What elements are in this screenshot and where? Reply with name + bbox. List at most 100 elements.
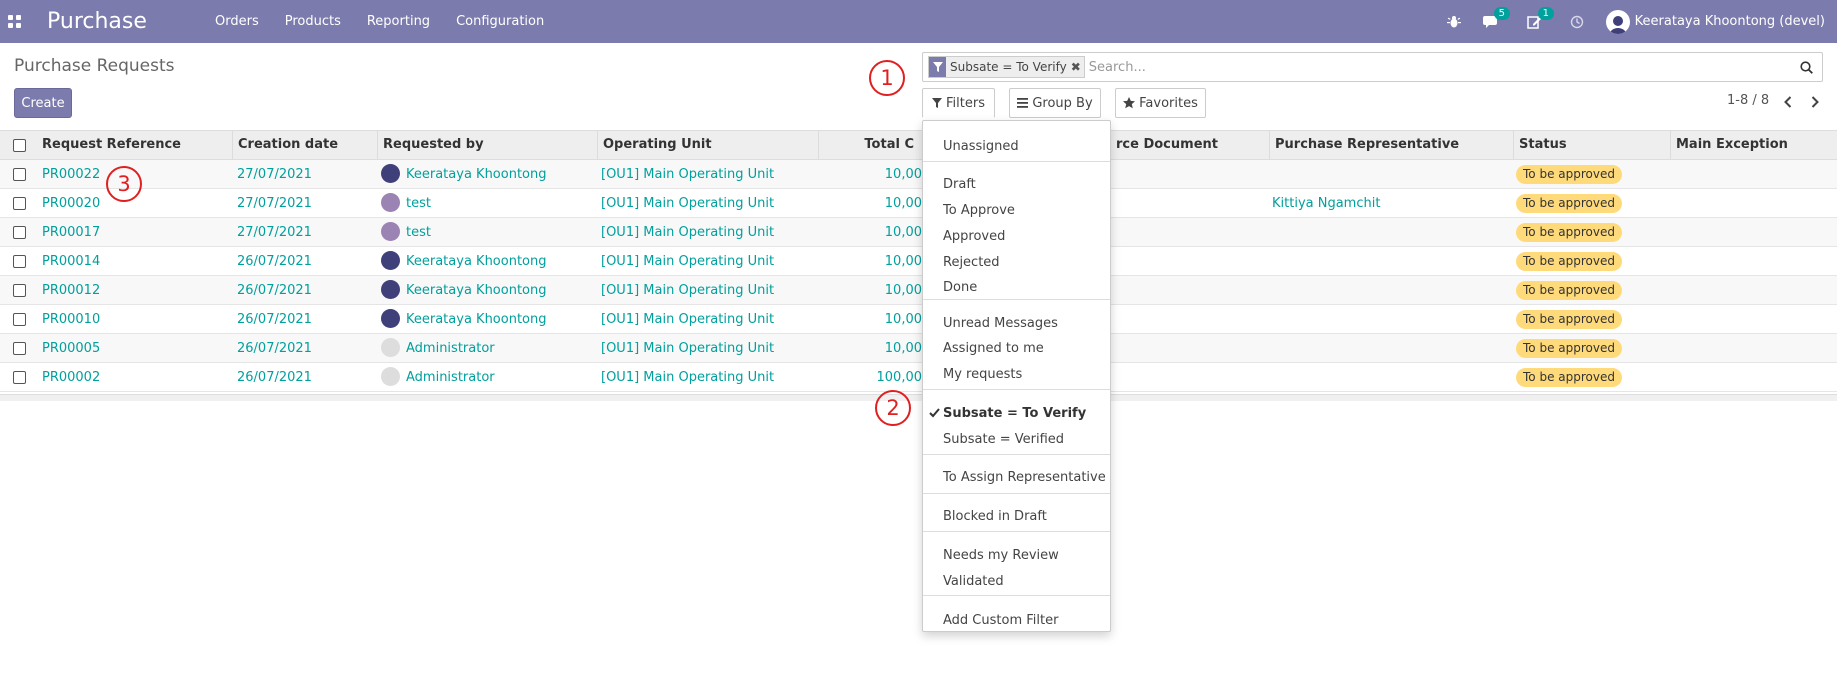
cell-purchase-representative[interactable]: Kittiya Ngamchit xyxy=(1272,189,1380,218)
pager-previous-icon[interactable] xyxy=(1782,95,1794,109)
menu-configuration[interactable]: Configuration xyxy=(443,14,557,29)
menu-orders[interactable]: Orders xyxy=(202,14,272,29)
cell-creation-date[interactable]: 26/07/2021 xyxy=(237,247,312,276)
cell-request-reference[interactable]: PR00005 xyxy=(42,334,100,363)
cell-request-reference[interactable]: PR00012 xyxy=(42,276,100,305)
apps-menu-icon[interactable] xyxy=(0,0,28,43)
filter-item-done[interactable]: Done xyxy=(943,280,977,295)
cell-creation-date[interactable]: 27/07/2021 xyxy=(237,160,312,189)
filter-item-validated[interactable]: Validated xyxy=(943,574,1004,589)
cell-creation-date[interactable]: 26/07/2021 xyxy=(237,276,312,305)
filter-item-unread-messages[interactable]: Unread Messages xyxy=(943,316,1058,331)
cell-requested-by[interactable]: Keerataya Khoontong xyxy=(381,305,547,334)
table-row[interactable]: PR00022 27/07/2021 Keerataya Khoontong [OU1… xyxy=(0,160,1837,189)
cell-creation-date[interactable]: 27/07/2021 xyxy=(237,218,312,247)
table-row[interactable]: PR00005 26/07/2021 Administrator [OU1] Main… xyxy=(0,334,1837,363)
table-row[interactable]: PR00010 26/07/2021 Keerataya Khoontong [OU1… xyxy=(0,305,1837,334)
table-footer xyxy=(0,394,1837,401)
filter-item-rejected[interactable]: Rejected xyxy=(943,255,1000,270)
status-badge: To be approved xyxy=(1516,252,1622,271)
row-checkbox[interactable] xyxy=(13,342,26,355)
cell-operating-unit[interactable]: [OU1] Main Operating Unit xyxy=(601,305,774,334)
table-row[interactable]: PR00012 26/07/2021 Keerataya Khoontong [OU1… xyxy=(0,276,1837,305)
cell-creation-date[interactable]: 26/07/2021 xyxy=(237,363,312,392)
header-source-document[interactable]: rce Document xyxy=(1111,131,1269,159)
cell-requested-by[interactable]: Keerataya Khoontong xyxy=(381,247,547,276)
cell-request-reference[interactable]: PR00022 xyxy=(42,160,100,189)
cell-operating-unit[interactable]: [OU1] Main Operating Unit xyxy=(601,363,774,392)
header-total[interactable]: Total C xyxy=(818,131,922,159)
cell-request-reference[interactable]: PR00017 xyxy=(42,218,100,247)
menu-products[interactable]: Products xyxy=(272,14,354,29)
cell-request-reference[interactable]: PR00014 xyxy=(42,247,100,276)
filters-toggle-button[interactable]: Filters xyxy=(922,88,995,118)
table-row[interactable]: PR00014 26/07/2021 Keerataya Khoontong [OU1… xyxy=(0,247,1837,276)
filter-item-unassigned[interactable]: Unassigned xyxy=(943,139,1019,154)
header-status[interactable]: Status xyxy=(1513,131,1670,159)
filter-item-subsate-verified[interactable]: Subsate = Verified xyxy=(943,432,1064,447)
cell-operating-unit[interactable]: [OU1] Main Operating Unit xyxy=(601,189,774,218)
pager-value[interactable]: 1-8 / 8 xyxy=(1727,93,1769,108)
user-name: Keerataya Khoontong (devel) xyxy=(1634,14,1825,29)
header-main-exception[interactable]: Main Exception xyxy=(1670,131,1837,159)
cell-requested-by[interactable]: Keerataya Khoontong xyxy=(381,276,547,305)
row-checkbox[interactable] xyxy=(13,226,26,239)
select-all-checkbox[interactable] xyxy=(13,139,26,152)
menu-reporting[interactable]: Reporting xyxy=(354,14,443,29)
cell-operating-unit[interactable]: [OU1] Main Operating Unit xyxy=(601,276,774,305)
filter-item-draft[interactable]: Draft xyxy=(943,177,976,192)
row-checkbox[interactable] xyxy=(13,255,26,268)
facet-remove-icon[interactable]: ✖ xyxy=(1071,60,1084,74)
search-input[interactable]: Search... xyxy=(1089,60,1796,75)
activities-edit-icon[interactable]: 1 xyxy=(1526,6,1555,29)
filter-item-to-assign-representative[interactable]: To Assign Representative xyxy=(943,470,1106,485)
cell-operating-unit[interactable]: [OU1] Main Operating Unit xyxy=(601,247,774,276)
cell-requested-by[interactable]: Administrator xyxy=(381,363,495,392)
create-button[interactable]: Create xyxy=(14,88,72,118)
filter-item-blocked-in-draft[interactable]: Blocked in Draft xyxy=(943,509,1047,524)
header-requested-by[interactable]: Requested by xyxy=(377,131,597,159)
cell-operating-unit[interactable]: [OU1] Main Operating Unit xyxy=(601,334,774,363)
filter-item-needs-my-review[interactable]: Needs my Review xyxy=(943,548,1059,563)
filter-item-my-requests[interactable]: My requests xyxy=(943,367,1022,382)
row-checkbox[interactable] xyxy=(13,197,26,210)
header-creation-date[interactable]: Creation date xyxy=(232,131,377,159)
filter-item-assigned-to-me[interactable]: Assigned to me xyxy=(943,341,1044,356)
filter-item-add-custom-filter[interactable]: Add Custom Filter xyxy=(943,613,1058,628)
cell-request-reference[interactable]: PR00002 xyxy=(42,363,100,392)
cell-operating-unit[interactable]: [OU1] Main Operating Unit xyxy=(601,218,774,247)
cell-requested-by[interactable]: Administrator xyxy=(381,334,495,363)
search-bar[interactable]: Subsate = To Verify ✖ Search... xyxy=(922,52,1823,82)
pager-next-icon[interactable] xyxy=(1809,95,1821,109)
messages-chat-icon[interactable]: 5 xyxy=(1482,6,1511,29)
debug-bug-icon[interactable] xyxy=(1446,15,1461,29)
row-checkbox[interactable] xyxy=(13,168,26,181)
cell-creation-date[interactable]: 27/07/2021 xyxy=(237,189,312,218)
table-row[interactable]: PR00017 27/07/2021 test [OU1] Main Operatin… xyxy=(0,218,1837,247)
cell-request-reference[interactable]: PR00010 xyxy=(42,305,100,334)
filter-item-to-approve[interactable]: To Approve xyxy=(943,203,1015,218)
search-icon[interactable] xyxy=(1796,60,1816,74)
cell-request-reference[interactable]: PR00020 xyxy=(42,189,100,218)
header-request-reference[interactable]: Request Reference xyxy=(37,131,232,159)
header-operating-unit[interactable]: Operating Unit xyxy=(597,131,818,159)
app-brand[interactable]: Purchase xyxy=(47,9,197,34)
filter-item-approved[interactable]: Approved xyxy=(943,229,1005,244)
cell-requested-by[interactable]: test xyxy=(381,218,431,247)
cell-requested-by[interactable]: test xyxy=(381,189,431,218)
filter-item-subsate-to-verify[interactable]: Subsate = To Verify xyxy=(943,406,1086,421)
cell-creation-date[interactable]: 26/07/2021 xyxy=(237,334,312,363)
table-row[interactable]: PR00002 26/07/2021 Administrator [OU1] Main… xyxy=(0,363,1837,392)
row-checkbox[interactable] xyxy=(13,313,26,326)
groupby-toggle-button[interactable]: Group By xyxy=(1009,88,1101,118)
cell-requested-by[interactable]: Keerataya Khoontong xyxy=(381,160,547,189)
cell-operating-unit[interactable]: [OU1] Main Operating Unit xyxy=(601,160,774,189)
cell-creation-date[interactable]: 26/07/2021 xyxy=(237,305,312,334)
table-row[interactable]: PR00020 27/07/2021 test [OU1] Main Operatin… xyxy=(0,189,1837,218)
clock-icon[interactable] xyxy=(1570,15,1584,29)
user-menu[interactable]: Keerataya Khoontong (devel) xyxy=(1605,9,1825,34)
favorites-toggle-button[interactable]: Favorites xyxy=(1115,88,1206,118)
row-checkbox[interactable] xyxy=(13,284,26,297)
header-purchase-representative[interactable]: Purchase Representative xyxy=(1269,131,1513,159)
row-checkbox[interactable] xyxy=(13,371,26,384)
